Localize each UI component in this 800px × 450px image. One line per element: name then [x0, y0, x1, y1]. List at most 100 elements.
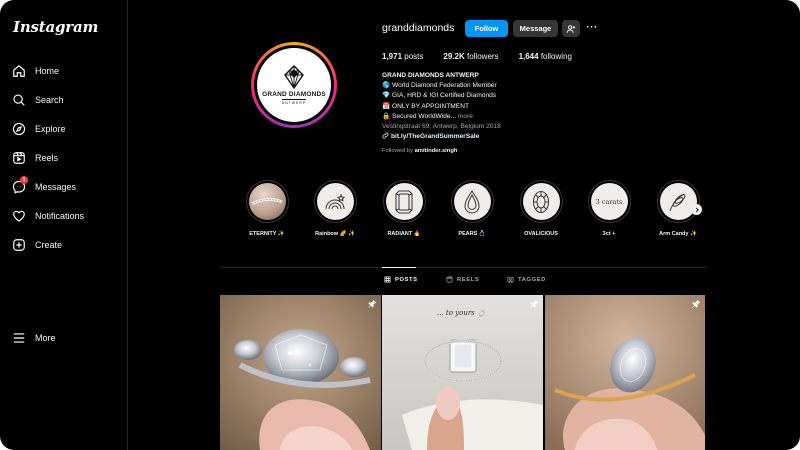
sidebar-item-messages[interactable]: 1 Messages: [12, 172, 115, 201]
bio-line: 🌎 World Diamond Federation Member: [382, 82, 497, 90]
highlight-label: OVALICIOUS: [524, 231, 558, 237]
highlight-ring: [382, 180, 426, 223]
tab-reels[interactable]: REELS: [446, 276, 479, 283]
posts-count[interactable]: 1,971 posts: [382, 52, 423, 61]
tab-tagged[interactable]: TAGGED: [507, 276, 546, 283]
highlight-image-text: 3 carats: [595, 197, 623, 206]
heart-icon: [13, 210, 25, 222]
followers-count[interactable]: 29.2K followers: [443, 52, 498, 61]
sidebar-item-label: Reels: [35, 152, 59, 163]
highlight-rainbow[interactable]: Rainbow 🌈 ✨: [312, 180, 358, 237]
eternity-band-icon: [251, 197, 283, 205]
stat-label: followers: [466, 52, 499, 61]
highlight-ovalicious[interactable]: OVALICIOUS: [518, 180, 564, 237]
sidebar-item-notifications[interactable]: Notifications: [12, 201, 115, 230]
highlights-next-button[interactable]: [691, 204, 702, 215]
sidebar-item-more[interactable]: More: [12, 323, 56, 352]
pinned-icon: [692, 299, 701, 308]
tabs-divider: [220, 267, 707, 268]
stat-value: 1,971: [382, 52, 403, 61]
followed-by-user: amitinder.singh: [414, 148, 458, 155]
highlight-image: [385, 183, 423, 220]
post-thumbnail[interactable]: ... to yours 💍: [382, 295, 543, 450]
highlight-image: [453, 183, 491, 220]
bio-address: Vestingstraat 69, Antwerp, Belgium 2018: [382, 123, 501, 131]
profile-bio: GRAND DIAMONDS ANTWERP 🌎 World Diamond F…: [382, 71, 602, 157]
highlight-label: ETERNITY ✨: [249, 231, 285, 237]
follow-button[interactable]: Follow: [465, 20, 508, 37]
messages-badge: 1: [20, 176, 28, 184]
highlight-label: 3ct +: [602, 231, 616, 237]
highlight-label: RADIANT 🔥: [387, 231, 421, 237]
home-icon: [13, 64, 25, 77]
reels-icon: [13, 151, 25, 164]
stat-value: 1,644: [518, 52, 539, 61]
highlight-image: [248, 183, 286, 220]
active-tab-indicator: [382, 267, 416, 268]
highlight-3ct[interactable]: 3 carats 3ct +: [586, 180, 632, 237]
tab-posts[interactable]: POSTS: [384, 276, 418, 283]
pinned-icon: [530, 299, 539, 308]
profile-avatar[interactable]: GRAND DIAMONDS ANTWERP: [251, 42, 337, 128]
bracelet-icon: [669, 193, 686, 211]
suggested-accounts-button[interactable]: [562, 20, 580, 37]
post-image: [382, 295, 543, 450]
highlight-eternity[interactable]: ETERNITY ✨: [244, 180, 290, 237]
sidebar-item-home[interactable]: Home: [12, 56, 115, 85]
story-highlights: ETERNITY ✨ Rainbow 🌈 ✨ RADIANT 🔥 PEARS 💍…: [244, 180, 704, 240]
post-thumbnail[interactable]: [545, 295, 705, 450]
bio-link-row: bit.ly/TheGrandSummerSale: [382, 132, 602, 142]
following-count[interactable]: 1,644 following: [519, 52, 572, 61]
pear-cut-icon: [464, 189, 480, 213]
post-thumbnail[interactable]: [220, 295, 381, 450]
profile-stats: 1,971 posts 29.2K followers 1,644 follow…: [382, 52, 592, 61]
sidebar-item-label: Notifications: [35, 210, 85, 221]
bio-line: 🔒 Secured WorldWide...: [382, 112, 457, 120]
highlight-image: [522, 183, 560, 220]
diamond-logo-icon: [284, 65, 304, 89]
message-button[interactable]: Message: [513, 20, 558, 37]
menu-icon: [13, 332, 25, 343]
post-caption-overlay: ... to yours 💍: [437, 309, 486, 317]
highlight-radiant[interactable]: RADIANT 🔥: [381, 180, 427, 237]
highlight-pears[interactable]: PEARS 💍: [449, 180, 495, 237]
sidebar-item-create[interactable]: Create: [12, 230, 115, 259]
stat-value: 29.2K: [443, 52, 465, 61]
highlight-image: [316, 183, 354, 220]
highlight-ring: [313, 180, 357, 223]
tab-label: TAGGED: [518, 276, 546, 283]
sidebar-item-reels[interactable]: Reels: [12, 143, 115, 172]
sidebar-item-label: Explore: [35, 123, 66, 134]
search-icon: [13, 93, 25, 106]
avatar-logo: GRAND DIAMONDS ANTWERP: [257, 48, 331, 122]
bio-more-link[interactable]: more: [458, 113, 473, 120]
highlight-label: Rainbow 🌈 ✨: [315, 231, 355, 237]
sidebar-item-search[interactable]: Search: [12, 85, 115, 114]
profile-display-name: GRAND DIAMONDS ANTWERP: [382, 72, 479, 79]
avatar-brand-city: ANTWERP: [281, 99, 307, 105]
bio-line: 📅 ONLY BY APPOINTMENT: [382, 102, 469, 110]
instagram-logo[interactable]: Instagram: [12, 18, 115, 36]
stat-label: posts: [404, 52, 424, 61]
highlight-ring: 3 carats: [587, 180, 631, 223]
link-icon: [382, 132, 389, 139]
highlight-ring: [450, 180, 494, 223]
tagged-icon: [507, 276, 514, 283]
highlight-ring: [245, 180, 289, 223]
pinned-icon: [368, 299, 377, 308]
plus-square-icon: [13, 238, 25, 251]
compass-icon: [12, 122, 26, 135]
highlight-label: Arm Candy ✨: [659, 231, 697, 237]
bio-external-link[interactable]: bit.ly/TheGrandSummerSale: [391, 133, 479, 140]
bio-line: 💎 GIA, HRD & IGI Certified Diamonds: [382, 92, 497, 100]
options-button[interactable]: ···: [585, 19, 599, 36]
grid-icon: [384, 276, 391, 283]
chevron-right-icon: [695, 207, 699, 212]
sidebar: Instagram Home Search Explore Reels 1 Me…: [0, 0, 128, 450]
sidebar-item-label: Create: [35, 239, 63, 250]
post-image: [545, 295, 705, 450]
avatar-brand-name: GRAND DIAMONDS: [262, 91, 326, 98]
sidebar-item-explore[interactable]: Explore: [12, 114, 115, 143]
followed-by[interactable]: Followed by amitinder.singh: [382, 146, 602, 156]
tab-label: REELS: [457, 276, 480, 283]
